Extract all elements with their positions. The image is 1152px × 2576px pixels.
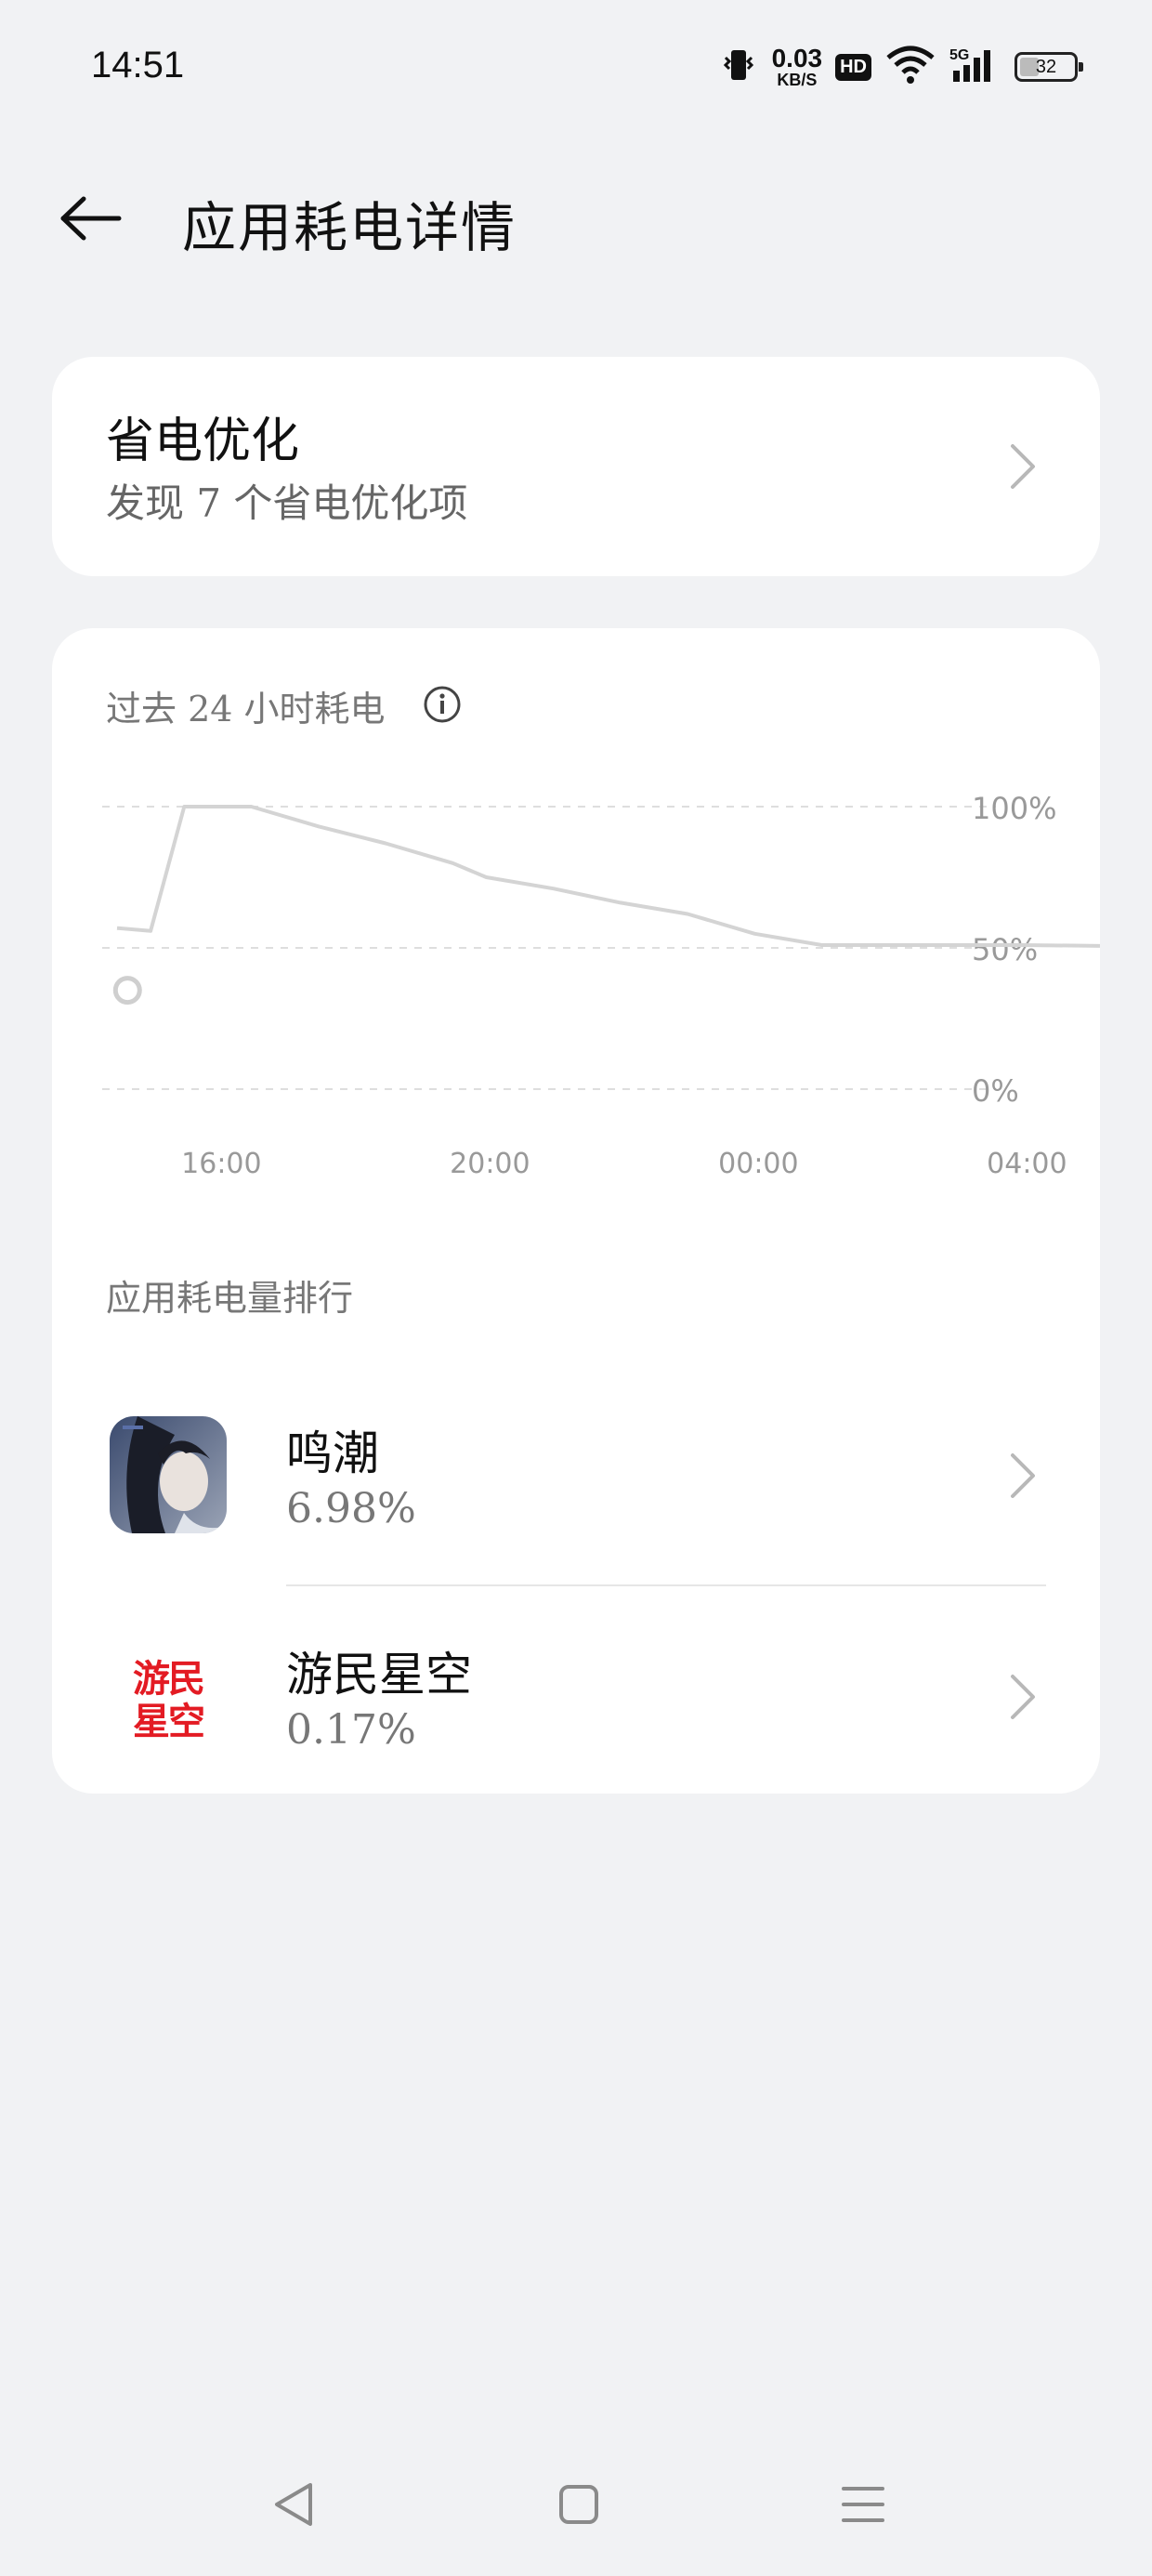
network-speed: 0.03 KB/S [771,44,823,89]
optimization-subtitle: 发现 7 个省电优化项 [106,480,468,526]
current-level-dot [112,976,142,1005]
status-icons: 0.03 KB/S HD 5G 32 [718,41,1083,93]
wifi-icon [884,45,936,89]
network-speed-unit: KB/S [777,71,818,89]
app-usage-percent: 6.98% [286,1485,416,1532]
chevron-right-icon [1009,1673,1037,1721]
chevron-right-icon [1009,1452,1037,1500]
page-title: 应用耗电详情 [182,196,517,259]
network-speed-value: 0.03 [771,44,823,72]
vibrate-icon [718,45,759,89]
gamersky-logo-bottom: 星空 [133,1701,203,1743]
nav-back-icon[interactable] [253,2463,336,2546]
navigation-bar [0,2463,1152,2546]
gamersky-app-icon: 游民 星空 [110,1637,227,1755]
battery-usage-chart[interactable]: 100%50%0%16:0020:0000:0004:0008:0012:001… [52,628,1100,1204]
app-row-gamersky[interactable]: 游民 星空 游民星空 0.17% [52,1585,1100,1807]
battery-usage-card: 过去 24 小时耗电 100% 50% 0% 16:00 20:00 00:00 04:00… [52,628,1100,1794]
optimization-title: 省电优化 [106,414,300,469]
cellular-signal-icon: 5G [949,45,1001,89]
power-saving-optimization-card[interactable]: 省电优化 发现 7 个省电优化项 [52,357,1100,576]
wuthering-waves-app-icon [110,1416,227,1533]
battery-level-line [116,805,1100,948]
y-tick-label: 50% [972,932,1038,967]
ranking-title: 应用耗电量排行 [106,1278,354,1319]
x-tick-label: 20:00 [450,1148,530,1180]
battery-icon: 32 [1015,52,1083,82]
app-name: 鸣潮 [286,1426,379,1480]
x-tick-label: 00:00 [718,1148,798,1180]
hd-badge: HD [835,53,871,81]
gamersky-logo-top: 游民 [133,1658,203,1701]
app-row-wuthering-waves[interactable]: 鸣潮 6.98% [52,1364,1100,1586]
y-tick-label: 100% [972,791,1056,826]
y-tick-label: 0% [972,1073,1019,1109]
nav-home-icon[interactable] [537,2463,621,2546]
nav-recents-icon[interactable] [821,2463,905,2546]
app-name: 游民星空 [286,1648,472,1702]
x-tick-label: 04:00 [987,1148,1067,1180]
x-tick-label: 16:00 [181,1148,261,1180]
svg-text:5G: 5G [949,47,969,63]
app-usage-percent: 0.17% [286,1706,416,1754]
back-arrow-icon[interactable] [58,195,123,242]
chevron-right-icon [1009,442,1037,491]
battery-level: 32 [1035,56,1057,77]
status-time: 14:51 [91,45,185,85]
